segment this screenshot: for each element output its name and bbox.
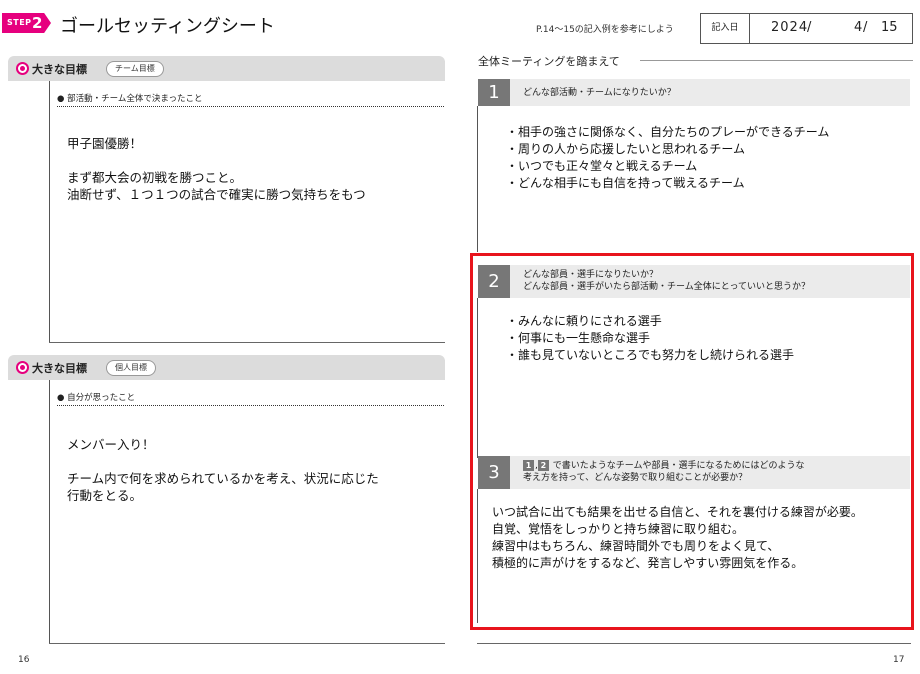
answer-item: ・周りの人から応援したいと思われるチーム (506, 142, 746, 156)
personal-goal-text[interactable]: メンバー入り！ チーム内で何を求められているかを考え、状況に応じた 行動をとる。 (67, 436, 437, 504)
personal-goal-header: 大きな目標 個人目標 (8, 355, 445, 380)
answer-item: ・相手の強さに関係なく、自分たちのプレーができるチーム (506, 125, 830, 139)
date-separator: / (863, 20, 868, 35)
date-box: 記入日 2024 / 4 / 15 (700, 13, 913, 44)
personal-goal-prompt: ● 自分が思ったこと (57, 393, 136, 403)
section-title: 全体ミーティングを踏まえて (478, 55, 620, 68)
date-year[interactable]: 2024 (771, 20, 808, 35)
date-day[interactable]: 15 (881, 20, 898, 35)
page-number-left: 16 (18, 655, 30, 665)
right-bottom-line (477, 643, 911, 644)
section-rule (640, 60, 913, 61)
team-goal-border (49, 81, 50, 343)
step-label: STEP (7, 18, 32, 27)
personal-goal-title: 大きな目標 (32, 362, 87, 375)
page-title: ゴールセッティングシート (60, 16, 275, 37)
answer-item: ・どんな相手にも自信を持って戦えるチーム (506, 176, 745, 190)
question-number: 1 (478, 79, 510, 106)
team-goal-header: 大きな目標 チーム目標 (8, 56, 445, 81)
personal-goal-bottom-line (49, 643, 445, 644)
page-number-right: 17 (893, 655, 905, 665)
date-label: 記入日 (701, 14, 750, 43)
date-separator: / (807, 20, 812, 35)
dotted-line (57, 405, 444, 406)
answer-item: ・いつでも正々堂々と戦えるチーム (506, 159, 698, 173)
step-number: 2 (32, 14, 43, 32)
question-1-answers[interactable]: ・相手の強さに関係なく、自分たちのプレーができるチーム ・周りの人から応援したい… (506, 124, 829, 192)
step-badge: STEP 2 (2, 13, 51, 33)
highlight-frame (470, 253, 914, 630)
target-icon (16, 62, 29, 75)
team-goal-prompt: ● 部活動・チーム全体で決まったこと (57, 94, 203, 104)
team-goal-tag: チーム目標 (106, 61, 164, 77)
target-icon (16, 361, 29, 374)
personal-goal-border (49, 380, 50, 644)
team-goal-title: 大きな目標 (32, 63, 87, 76)
dotted-line (57, 106, 444, 107)
date-month[interactable]: 4 (854, 20, 862, 35)
question-1-border (477, 106, 478, 252)
question-1-text: どんな部活動・チームになりたいか？ (523, 88, 676, 98)
personal-goal-tag: 個人目標 (106, 360, 156, 376)
team-goal-bottom-line (49, 342, 445, 343)
question-1-header: 1 どんな部活動・チームになりたいか？ (478, 79, 910, 106)
team-goal-text[interactable]: 甲子園優勝！ まず都大会の初戦を勝つこと。 油断せず、１つ１つの試合で確実に勝つ… (67, 135, 437, 203)
reference-note: P.14〜15の記入例を参考にしよう (536, 25, 674, 35)
